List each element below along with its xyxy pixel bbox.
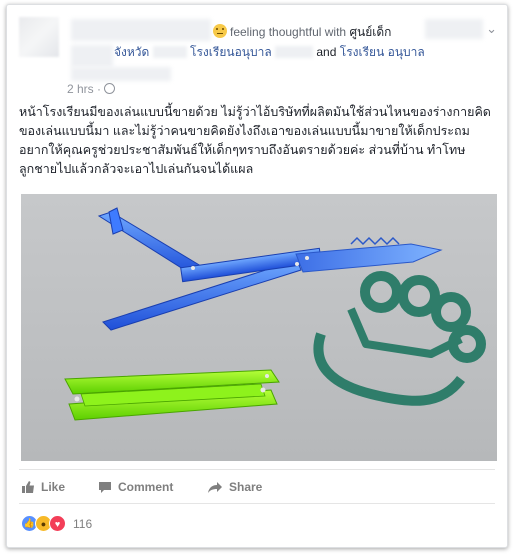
redacted-gap-1 — [152, 46, 187, 58]
place-link-1[interactable]: จังหวัด — [114, 45, 149, 59]
globe-icon — [104, 83, 116, 94]
redacted-tagged-name — [425, 19, 483, 39]
comment-label[interactable]: Comment — [118, 480, 173, 494]
timestamp-text[interactable]: 2 hrs · — [67, 82, 101, 96]
tagged-name-link[interactable]: ศูนย์เด็ก — [349, 25, 391, 39]
avatar[interactable] — [19, 17, 59, 57]
share-button[interactable]: Share — [207, 480, 262, 494]
like-button[interactable]: Like — [21, 480, 65, 494]
redacted-author-name — [71, 19, 211, 41]
post-body-text: หน้าโรงเรียนมีของเล่นแบบนี้ขายด้วย ไม่รู… — [19, 105, 491, 176]
divider-bottom — [19, 503, 495, 504]
love-reaction-icon: ♥ — [49, 515, 66, 532]
and-text: and — [316, 45, 337, 59]
reactions-summary[interactable]: 👍 ● ♥ 116 — [21, 515, 92, 532]
feeling-line: feeling thoughtful with ศูนย์เด็ก — [213, 23, 391, 42]
divider-top — [19, 469, 495, 470]
green-brass-knuckles — [313, 271, 486, 406]
share-label[interactable]: Share — [229, 480, 262, 494]
toys-photo-illustration — [64, 207, 486, 421]
post-card: feeling thoughtful with ศูนย์เด็ก จังหวั… — [6, 4, 508, 548]
share-arrow-icon — [208, 482, 222, 493]
blue-butterfly-knife — [97, 207, 443, 331]
redacted-author-subline — [71, 67, 171, 81]
comment-icon — [99, 482, 111, 493]
post-options-chevron-icon[interactable]: ⌄ — [486, 21, 497, 37]
redacted-gap-2 — [275, 46, 314, 58]
like-label[interactable]: Like — [41, 480, 65, 494]
feeling-text: feeling thoughtful with — [230, 25, 347, 39]
thoughtful-emoji-icon — [213, 24, 227, 38]
comment-button[interactable]: Comment — [98, 480, 173, 494]
post-timestamp[interactable]: 2 hrs · — [67, 82, 116, 96]
green-butterfly-knife — [64, 369, 280, 421]
reaction-count[interactable]: 116 — [73, 517, 92, 531]
place-link-3[interactable]: โรงเรียน อนุบาล — [340, 45, 425, 59]
tagged-places-line: จังหวัด โรงเรียนอนุบาล and โรงเรียน อนุบ… — [114, 43, 425, 62]
post-photo[interactable] — [21, 194, 497, 461]
thumbs-up-icon — [22, 481, 34, 493]
redacted-line2-start — [71, 45, 113, 67]
place-link-2[interactable]: โรงเรียนอนุบาล — [190, 45, 272, 59]
